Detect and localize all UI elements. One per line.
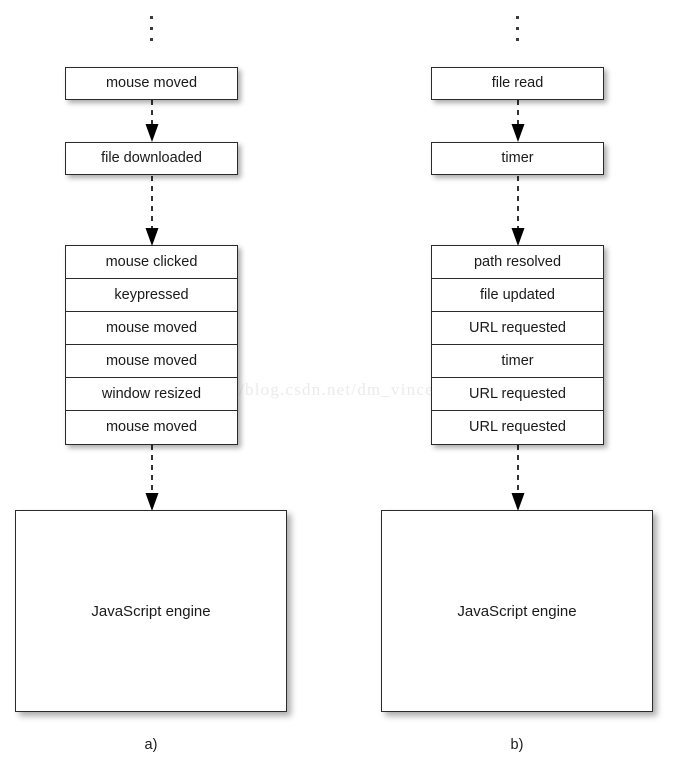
event-box-label: timer (501, 150, 534, 167)
queue-row[interactable]: timer (432, 345, 603, 378)
queue-row-label: keypressed (114, 286, 189, 303)
queue-row[interactable]: mouse moved (66, 345, 237, 378)
event-box-label: file read (491, 75, 544, 92)
queue-row[interactable]: mouse moved (66, 411, 237, 444)
event-box-label: mouse moved (105, 75, 198, 92)
arrow-down-icon-a-3 (145, 445, 159, 511)
event-box-a-2[interactable]: file downloaded (65, 142, 238, 175)
arrow-down-icon-a-2 (145, 176, 159, 246)
queue-row[interactable]: window resized (66, 378, 237, 411)
vertical-ellipsis-icon (516, 16, 520, 48)
queue-row-label: URL requested (469, 419, 566, 436)
queue-row[interactable]: path resolved (432, 246, 603, 279)
queue-row-label: mouse moved (105, 319, 198, 336)
queue-row-label: URL requested (469, 385, 566, 402)
event-box-a-1[interactable]: mouse moved (65, 67, 238, 100)
queue-row-label: file updated (480, 286, 555, 303)
queue-row-label: URL requested (469, 319, 566, 336)
queue-row-label: mouse moved (105, 419, 198, 436)
queue-row-label: path resolved (473, 253, 562, 270)
queue-row[interactable]: URL requested (432, 312, 603, 345)
javascript-engine-label: JavaScript engine (457, 602, 577, 620)
panel-caption-a: a) (144, 737, 158, 753)
event-box-b-2[interactable]: timer (431, 142, 604, 175)
event-queue-a[interactable]: mouse clicked keypressed mouse moved mou… (65, 245, 238, 445)
event-queue-diagram: http://blog.csdn.net/dm_vincent mouse mo… (0, 0, 673, 768)
queue-row[interactable]: keypressed (66, 279, 237, 312)
queue-row-label: mouse moved (105, 352, 198, 369)
vertical-ellipsis-icon (150, 16, 154, 48)
queue-row[interactable]: file updated (432, 279, 603, 312)
queue-row-label: window resized (101, 385, 202, 402)
queue-row[interactable]: URL requested (432, 411, 603, 444)
arrow-down-icon-b-3 (511, 445, 525, 511)
javascript-engine-label: JavaScript engine (91, 602, 211, 620)
queue-row[interactable]: mouse moved (66, 312, 237, 345)
event-queue-b[interactable]: path resolved file updated URL requested… (431, 245, 604, 445)
queue-row[interactable]: mouse clicked (66, 246, 237, 279)
event-box-b-1[interactable]: file read (431, 67, 604, 100)
arrow-down-icon-b-2 (511, 176, 525, 246)
event-box-label: file downloaded (101, 150, 202, 167)
javascript-engine-box-a[interactable]: JavaScript engine (15, 510, 287, 712)
queue-row[interactable]: URL requested (432, 378, 603, 411)
panel-caption-b: b) (510, 737, 524, 753)
arrow-down-icon-a-1 (145, 100, 159, 142)
queue-row-label: timer (501, 352, 534, 369)
javascript-engine-box-b[interactable]: JavaScript engine (381, 510, 653, 712)
queue-row-label: mouse clicked (105, 253, 198, 270)
arrow-down-icon-b-1 (511, 100, 525, 142)
